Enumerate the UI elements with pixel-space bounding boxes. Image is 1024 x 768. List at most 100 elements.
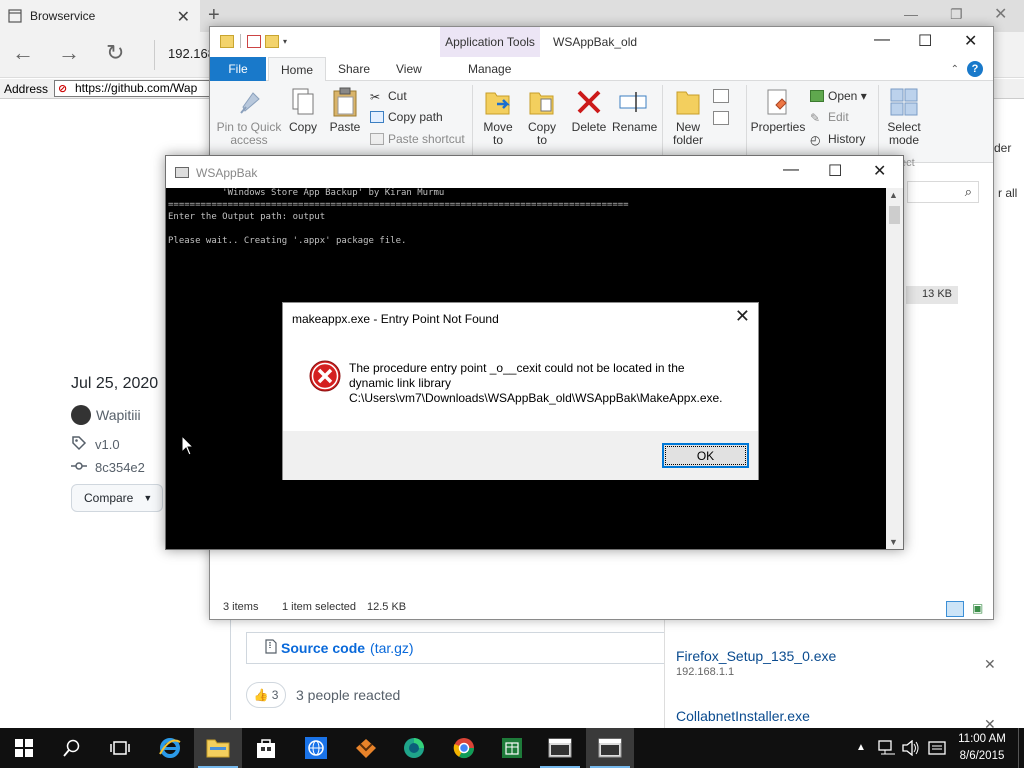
console-line: ========================================… xyxy=(168,200,629,210)
download-item[interactable]: CollabnetInstaller.exe xyxy=(676,708,810,724)
asset-label: Source code xyxy=(281,640,366,656)
browser-tab[interactable]: Browservice ✕ xyxy=(0,0,200,32)
ime-keyboard-icon[interactable] xyxy=(928,740,946,756)
background-page-edge: der r all xyxy=(994,130,1024,610)
search-box[interactable]: ⌕ xyxy=(907,181,979,203)
dialog-close-icon[interactable]: ✕ xyxy=(735,306,750,327)
tab-close-icon[interactable]: ✕ xyxy=(177,7,190,27)
paste-button[interactable]: Paste xyxy=(328,87,362,134)
open-button[interactable]: Open ▾ xyxy=(810,89,867,103)
close-icon[interactable]: ✕ xyxy=(873,161,886,181)
forward-icon[interactable]: → xyxy=(58,40,80,66)
properties-qat-icon[interactable] xyxy=(247,34,261,48)
copy-icon xyxy=(292,88,314,115)
chevron-down-icon[interactable]: ▾ xyxy=(283,37,287,46)
console-scrollbar[interactable]: ▲ ▼ xyxy=(886,188,903,549)
show-desktop-button[interactable] xyxy=(1018,728,1024,768)
copy-button[interactable]: Copy xyxy=(286,87,320,134)
console-line: 'Windows Store App Backup' by Kiran Murm… xyxy=(168,188,445,198)
copy-to-button[interactable]: Copy to xyxy=(522,87,562,147)
paste-shortcut-label: Paste shortcut xyxy=(388,132,465,146)
tab-file[interactable]: File xyxy=(210,57,266,81)
easy-access-icon[interactable] xyxy=(713,111,729,125)
tab-manage[interactable]: Manage xyxy=(468,62,511,76)
rename-button[interactable]: Rename xyxy=(612,87,657,134)
edit-button[interactable]: ✎ Edit xyxy=(810,110,849,125)
new-tab-icon[interactable]: + xyxy=(208,4,220,27)
large-icons-view-icon[interactable]: ▣ xyxy=(972,601,983,615)
start-button[interactable] xyxy=(0,728,48,768)
address-input[interactable]: ⊘ https://github.com/Wap xyxy=(54,80,214,97)
details-view-icon[interactable] xyxy=(946,601,964,617)
task-view-button[interactable] xyxy=(96,728,144,768)
edit-icon: ✎ xyxy=(810,111,821,125)
properties-button[interactable]: Properties xyxy=(750,87,806,134)
avatar xyxy=(71,405,91,425)
release-tag[interactable]: v1.0 xyxy=(71,435,120,454)
reaction-pill[interactable]: 👍 3 xyxy=(246,682,286,708)
remove-download-icon[interactable]: ✕ xyxy=(984,656,996,673)
show-hidden-icons-icon[interactable]: ▲ xyxy=(856,742,866,753)
search-button[interactable] xyxy=(48,728,96,768)
tab-share[interactable]: Share xyxy=(338,62,370,76)
back-icon[interactable]: ← xyxy=(12,40,34,66)
tab-view[interactable]: View xyxy=(396,62,422,76)
cut-button[interactable]: ✂ Cut xyxy=(370,89,407,104)
help-icon[interactable]: ? xyxy=(967,61,983,77)
maximize-icon[interactable]: ☐ xyxy=(918,31,932,51)
tab-home[interactable]: Home xyxy=(268,57,327,82)
dialog-message: The procedure entry point _o__cexit coul… xyxy=(349,361,749,406)
taskbar-ie[interactable] xyxy=(146,728,194,768)
paste-label: Paste xyxy=(329,120,361,134)
taskbar-console-1[interactable] xyxy=(536,728,584,768)
reload-icon[interactable]: ↻ xyxy=(106,40,124,66)
scroll-up-icon[interactable]: ▲ xyxy=(889,190,898,200)
select-mode-button[interactable]: Select mode xyxy=(882,87,926,147)
taskbar-console-2[interactable] xyxy=(586,728,634,768)
rename-icon xyxy=(619,92,647,112)
minimize-icon[interactable]: — xyxy=(904,6,918,22)
release-author[interactable]: Wapitiii xyxy=(71,405,141,425)
copy-path-button[interactable]: Copy path xyxy=(370,110,443,124)
taskbar-browser[interactable] xyxy=(390,728,438,768)
taskbar-excel[interactable] xyxy=(488,728,536,768)
new-folder-button[interactable]: New folder xyxy=(666,87,710,147)
divider xyxy=(154,40,155,70)
volume-icon[interactable] xyxy=(902,740,920,756)
download-item[interactable]: Firefox_Setup_135_0.exe 192.168.1.1 xyxy=(676,648,836,678)
divider xyxy=(472,85,473,157)
network-icon[interactable] xyxy=(878,740,896,756)
close-icon[interactable]: ✕ xyxy=(964,31,977,51)
move-to-button[interactable]: Move to xyxy=(478,87,518,147)
compare-button[interactable]: Compare ▼ xyxy=(71,484,163,512)
release-commit[interactable]: 8c354e2 xyxy=(71,458,145,477)
pin-quick-access-button[interactable]: Pin to Quick access xyxy=(216,87,282,147)
taskbar-file-explorer[interactable] xyxy=(194,728,242,768)
chevron-up-icon[interactable]: ⌃ xyxy=(951,64,959,75)
taskbar-store[interactable] xyxy=(242,728,290,768)
restore-icon[interactable]: ❐ xyxy=(950,6,963,23)
copy-path-icon xyxy=(370,111,384,123)
mouse-cursor-icon xyxy=(181,435,195,456)
history-button[interactable]: ◴ History xyxy=(810,132,865,147)
delete-button[interactable]: Delete xyxy=(568,87,610,134)
minimize-icon[interactable]: — xyxy=(783,161,799,179)
scroll-down-icon[interactable]: ▼ xyxy=(889,537,898,547)
clock[interactable]: 11:00 AM 8/6/2015 xyxy=(952,731,1012,765)
maximize-icon[interactable]: ☐ xyxy=(828,161,842,181)
taskbar-chrome[interactable] xyxy=(440,728,488,768)
selected-file-size[interactable]: 13 KB xyxy=(906,286,958,304)
url-text[interactable]: 192.168 xyxy=(168,46,215,61)
ok-button[interactable]: OK xyxy=(662,443,749,468)
asset-source-code[interactable]: Source code (tar.gz) xyxy=(246,632,666,664)
close-window-icon[interactable]: ✕ xyxy=(994,4,1007,24)
new-item-icon[interactable] xyxy=(713,89,729,103)
new-folder-qat-icon[interactable] xyxy=(265,34,279,48)
taskbar-gimp[interactable] xyxy=(342,728,390,768)
scroll-thumb[interactable] xyxy=(889,206,900,224)
start-icon xyxy=(15,739,33,757)
minimize-icon[interactable]: — xyxy=(874,31,890,49)
taskbar-network-app[interactable] xyxy=(292,728,340,768)
console-app-icon xyxy=(175,167,189,178)
paste-shortcut-button[interactable]: Paste shortcut xyxy=(370,132,465,146)
